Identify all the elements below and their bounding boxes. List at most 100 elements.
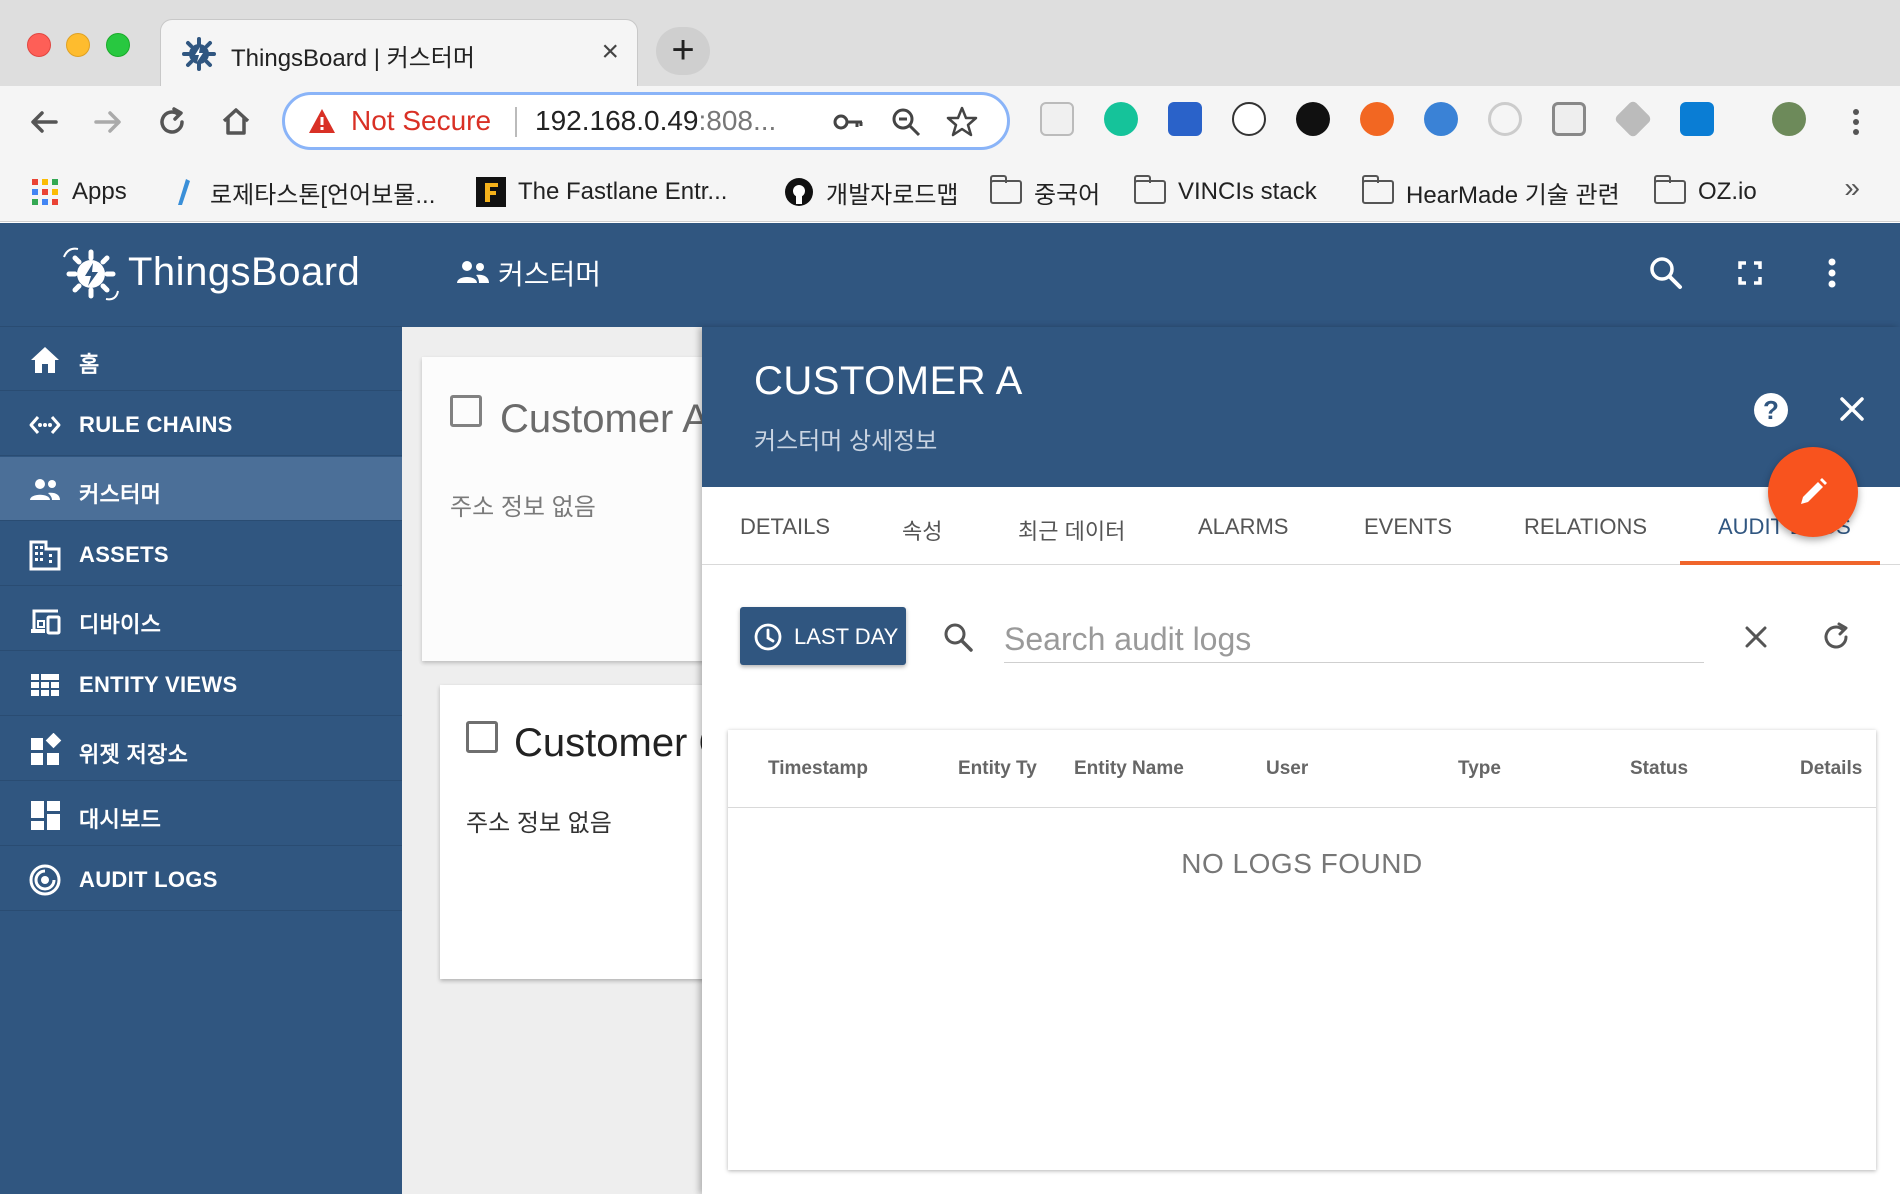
active-tab-indicator: [1680, 561, 1880, 565]
column-entity-name[interactable]: Entity Name: [1074, 758, 1184, 780]
browser-tabstrip: ThingsBoard | 커스터머 × +: [0, 0, 1900, 86]
column-user[interactable]: User: [1266, 758, 1308, 780]
thingsboard-logo-icon: [63, 247, 119, 301]
brand[interactable]: ThingsBoard: [0, 223, 402, 327]
home-icon[interactable]: [214, 100, 258, 144]
trello-icon[interactable]: [1680, 102, 1714, 136]
folder-icon: [1133, 175, 1166, 204]
time-window-button[interactable]: LAST DAY: [740, 607, 906, 665]
clock-icon[interactable]: [1296, 102, 1330, 136]
more-vert-icon[interactable]: [1834, 100, 1878, 144]
card-checkbox[interactable]: [466, 721, 498, 753]
tab-alarms[interactable]: ALARMS: [1198, 514, 1288, 540]
window-close-button[interactable]: [27, 33, 51, 57]
address-bar[interactable]: Not Secure 192.168.0.49:808...: [282, 92, 1010, 150]
bookmarks-overflow-icon[interactable]: »: [1844, 172, 1860, 204]
globe-icon[interactable]: [1424, 102, 1458, 136]
bookmark-rosetta[interactable]: 로제타스톤[언어보물...: [168, 172, 435, 212]
browser-tab[interactable]: ThingsBoard | 커스터머 ×: [160, 19, 638, 86]
bookmark-folder-hearmade[interactable]: HearMade 기술 관련: [1361, 172, 1620, 212]
assets-icon: [29, 540, 61, 571]
bookmark-label: 중국어: [1034, 181, 1101, 209]
lifesaver-icon[interactable]: [1360, 102, 1394, 136]
edit-button[interactable]: [1768, 447, 1858, 537]
more-vert-icon[interactable]: [1812, 253, 1852, 293]
column-entity-type[interactable]: Entity Type: [958, 758, 1038, 780]
search-audit-logs-input[interactable]: [1004, 617, 1704, 663]
bookmark-icon[interactable]: [1168, 102, 1202, 136]
refresh-icon[interactable]: [1818, 619, 1854, 655]
sidebar-item-home[interactable]: 홈: [0, 327, 402, 391]
bookmark-label: 로제타스톤[언어보물...: [210, 181, 436, 209]
tab-close-icon[interactable]: ×: [601, 32, 619, 72]
column-status[interactable]: Status: [1630, 758, 1688, 780]
column-details[interactable]: Details: [1800, 758, 1862, 780]
bookmark-folder-chinese[interactable]: 중국어: [989, 172, 1101, 212]
star-icon[interactable]: [945, 105, 979, 139]
card-checkbox[interactable]: [450, 395, 482, 427]
window-icon[interactable]: [1552, 102, 1586, 136]
search-icon[interactable]: [1646, 253, 1686, 293]
key-icon[interactable]: [831, 105, 865, 139]
bookmark-fastlane[interactable]: The Fastlane Entr...: [476, 172, 727, 212]
app-root: ThingsBoard 홈 RULE CHAINS 커스터머 ASSETS 디바…: [0, 223, 1900, 1194]
customer-card[interactable]: Customer A 주소 정보 없음: [422, 357, 722, 661]
bookmark-folder-ozio[interactable]: OZ.io: [1653, 172, 1757, 212]
column-type[interactable]: Type: [1458, 758, 1501, 780]
sidebar-item-label: 대시보드: [79, 807, 162, 832]
sidebar-item-label: AUDIT LOGS: [79, 867, 218, 892]
sidebar-item-dashboards[interactable]: 대시보드: [0, 782, 402, 846]
bookmark-dev-roadmap[interactable]: 개발자로드맵: [784, 172, 958, 212]
sidebar-item-customers[interactable]: 커스터머: [0, 457, 402, 521]
sidebar-item-entity-views[interactable]: ENTITY VIEWS: [0, 652, 402, 716]
security-label[interactable]: Not Secure: [351, 105, 491, 137]
window-zoom-button[interactable]: [106, 33, 130, 57]
g-icon[interactable]: [1488, 102, 1522, 136]
forward-icon[interactable]: [86, 100, 130, 144]
bookmark-label: VINCIs stack: [1178, 178, 1317, 205]
reload-icon[interactable]: [150, 100, 194, 144]
sidebar-item-widgets[interactable]: 위젯 저장소: [0, 717, 402, 781]
address-separator: [515, 107, 517, 137]
sidebar-item-assets[interactable]: ASSETS: [0, 522, 402, 586]
audit-log-table: Timestamp Entity Type Entity Name User T…: [728, 730, 1876, 1170]
sidebar-item-label: ASSETS: [79, 542, 169, 567]
bookmark-label: OZ.io: [1698, 178, 1757, 205]
tab-title: ThingsBoard | 커스터머: [231, 45, 475, 72]
tab-latest-telemetry[interactable]: 최근 데이터: [1018, 514, 1125, 546]
grammarly-icon[interactable]: [1104, 102, 1138, 136]
avatar[interactable]: [1772, 102, 1806, 136]
page-title: 커스터머: [498, 259, 602, 290]
tab-events[interactable]: EVENTS: [1364, 514, 1452, 540]
fullscreen-icon[interactable]: [1730, 253, 1770, 293]
bookmark-folder-vincis[interactable]: VINCIs stack: [1133, 172, 1317, 212]
tab-relations[interactable]: RELATIONS: [1524, 514, 1647, 540]
new-tab-button[interactable]: +: [656, 27, 710, 75]
back-icon[interactable]: [22, 100, 66, 144]
customer-card[interactable]: Customer C 주소 정보 없음: [440, 685, 720, 979]
sidebar-item-rule-chains[interactable]: RULE CHAINS: [0, 392, 402, 456]
card-address: 주소 정보 없음: [466, 810, 612, 837]
audit-logs-icon: [29, 864, 61, 896]
browser-toolbar: Not Secure 192.168.0.49:808...: [0, 86, 1900, 162]
sidebar-item-devices[interactable]: 디바이스: [0, 587, 402, 651]
column-timestamp[interactable]: Timestamp: [768, 758, 868, 780]
tag-icon[interactable]: [1613, 99, 1653, 139]
tab-attributes[interactable]: 속성: [902, 514, 942, 546]
close-icon[interactable]: [1832, 389, 1872, 429]
tab-details[interactable]: DETAILS: [740, 514, 830, 540]
card-address: 주소 정보 없음: [450, 494, 596, 521]
window-minimize-button[interactable]: [66, 33, 90, 57]
bookmark-label: HearMade 기술 관련: [1406, 181, 1620, 209]
clear-icon[interactable]: [1738, 619, 1774, 655]
bookmark-apps[interactable]: Apps: [30, 172, 127, 212]
json-viewer-icon[interactable]: [1232, 102, 1266, 136]
url-text[interactable]: 192.168.0.49:808...: [535, 105, 776, 137]
github-icon: [785, 178, 813, 206]
sidebar-item-label: 커스터머: [79, 482, 162, 507]
zoom-out-icon[interactable]: [889, 105, 923, 139]
sidebar-item-audit-logs[interactable]: AUDIT LOGS: [0, 847, 402, 911]
clock-icon: [754, 623, 782, 651]
pocket-icon[interactable]: [1040, 102, 1074, 136]
help-icon[interactable]: ?: [1754, 393, 1788, 427]
